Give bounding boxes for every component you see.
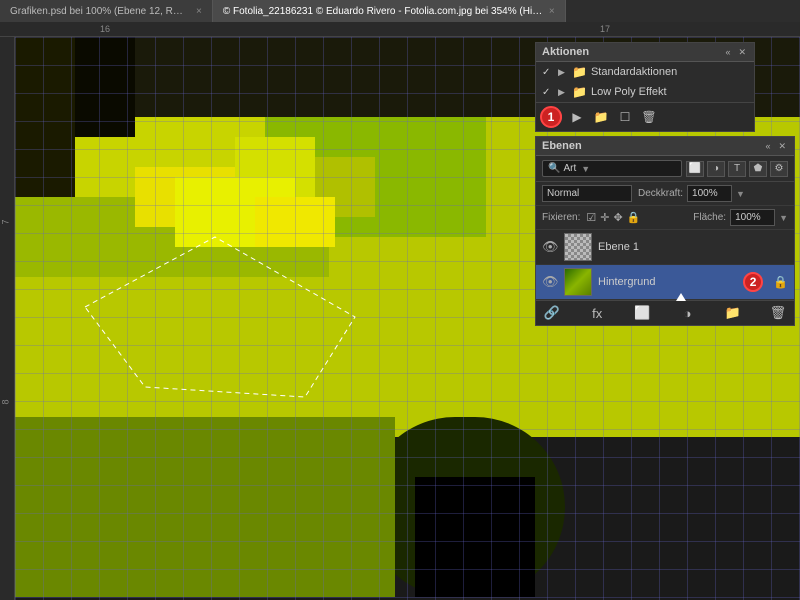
- aktionen-panel: Aktionen « ✕ ✓ ▶ 📁 Standardaktionen ✓ ▶ …: [535, 42, 755, 132]
- layer-thumb-ebene1: [564, 233, 592, 261]
- new-set-button[interactable]: 📁: [592, 109, 610, 125]
- layer-visibility-ebene1[interactable]: 👁: [542, 239, 558, 255]
- aktionen-close-btn[interactable]: ✕: [736, 47, 748, 58]
- add-adjustment-btn[interactable]: ◑: [678, 306, 698, 321]
- layer-thumb-hintergrund: [564, 268, 592, 296]
- panels-container: Aktionen « ✕ ✓ ▶ 📁 Standardaktionen ✓ ▶ …: [535, 42, 795, 326]
- tab-grafiken-label: Grafiken.psd bei 100% (Ebene 12, RGB/8) …: [10, 6, 190, 17]
- annotation-2: 2: [743, 272, 763, 292]
- lock-icons: ☑ ✛ ✥ 🔒: [586, 211, 640, 224]
- layer-item-hintergrund[interactable]: 👁 Hintergrund 2 🔒: [536, 265, 794, 300]
- filter-value: Art: [563, 163, 576, 174]
- delete-layer-btn[interactable]: 🗑: [768, 305, 788, 321]
- canvas-area[interactable]: 7 8 Aktionen: [0, 37, 800, 600]
- action-folder-icon-2: 📁: [572, 85, 587, 99]
- fill-dropdown-icon: ▼: [779, 213, 788, 223]
- ebenen-panel: Ebenen « ✕ 🔍 Art ▼ ⬜ ◑ T ⬟ ⚙: [535, 136, 795, 326]
- tab-grafiken[interactable]: Grafiken.psd bei 100% (Ebene 12, RGB/8) …: [0, 0, 213, 22]
- ruler-mark-8: 8: [1, 399, 11, 404]
- action-row-lowpoly[interactable]: ✓ ▶ 📁 Low Poly Effekt: [536, 82, 754, 102]
- play-button[interactable]: ▶: [568, 109, 586, 125]
- delete-action-button[interactable]: 🗑: [640, 109, 658, 125]
- tab-fotolia-label: © Fotolia_22186231 © Eduardo Rivero - Fo…: [223, 6, 543, 17]
- smart-filter-btn[interactable]: ⚙: [770, 161, 788, 177]
- filter-dropdown-icon: ▼: [581, 164, 590, 174]
- blend-select-wrapper: Normal: [542, 185, 632, 202]
- aktionen-collapse-btn[interactable]: «: [723, 47, 732, 57]
- ebenen-header-controls: « ✕: [763, 141, 788, 152]
- shape-filter-btn[interactable]: ⬟: [749, 161, 767, 177]
- action-expand-2[interactable]: ▶: [558, 87, 568, 98]
- layer-filter-input[interactable]: 🔍 Art ▼: [542, 160, 682, 177]
- fill-row: Fläche: ▼: [693, 209, 788, 226]
- lock-transparent-btn[interactable]: ☑: [586, 211, 596, 224]
- new-group-btn[interactable]: 📁: [723, 305, 743, 321]
- filter-icon-buttons: ⬜ ◑ T ⬟ ⚙: [686, 161, 788, 177]
- aktionen-panel-header[interactable]: Aktionen « ✕: [536, 43, 754, 62]
- tab-bar: Grafiken.psd bei 100% (Ebene 12, RGB/8) …: [0, 0, 800, 22]
- lock-label: Fixieren:: [542, 212, 580, 223]
- lock-all-btn[interactable]: 🔒: [627, 211, 641, 224]
- ruler-mark-16: 16: [100, 24, 110, 34]
- ruler-horizontal: 16 17: [0, 22, 800, 37]
- blend-mode-row: Normal Deckkraft: ▼: [536, 182, 794, 206]
- layer-item-ebene1[interactable]: 👁 Ebene 1: [536, 230, 794, 265]
- opacity-dropdown-icon: ▼: [736, 189, 745, 199]
- record-button[interactable]: [542, 107, 562, 127]
- blend-mode-select[interactable]: Normal: [542, 185, 632, 202]
- link-layers-btn[interactable]: 🔗: [542, 305, 562, 321]
- ruler-mark-7: 7: [1, 219, 11, 224]
- action-label-lowpoly: Low Poly Effekt: [591, 86, 667, 98]
- action-label-standardaktionen: Standardaktionen: [591, 66, 677, 78]
- aktionen-panel-title: Aktionen: [542, 46, 589, 58]
- ebenen-collapse-btn[interactable]: «: [763, 141, 772, 151]
- lock-image-btn[interactable]: ✛: [600, 211, 609, 224]
- tab-fotolia-close[interactable]: ×: [549, 6, 555, 17]
- tab-fotolia[interactable]: © Fotolia_22186231 © Eduardo Rivero - Fo…: [213, 0, 566, 22]
- layer-name-hintergrund: Hintergrund: [598, 276, 737, 288]
- aktionen-toolbar: 1 ▶ 📁 ☐ 🗑: [536, 102, 754, 131]
- layer-fx-btn[interactable]: fx: [587, 306, 607, 321]
- ebenen-close-btn[interactable]: ✕: [776, 141, 788, 152]
- pixel-filter-btn[interactable]: ⬜: [686, 161, 704, 177]
- layer-visibility-hintergrund[interactable]: 👁: [542, 274, 558, 290]
- opacity-label: Deckkraft:: [638, 188, 683, 199]
- add-mask-btn[interactable]: ⬜: [632, 305, 652, 321]
- adjust-filter-btn[interactable]: ◑: [707, 161, 725, 177]
- ebenen-toolbar: 🔗 fx ⬜ ◑ 📁 🗑: [536, 300, 794, 325]
- fill-input[interactable]: [730, 209, 775, 226]
- ebenen-panel-title: Ebenen: [542, 140, 582, 152]
- fill-label: Fläche:: [693, 212, 726, 223]
- action-check-1: ✓: [542, 67, 554, 78]
- ruler-vertical: 7 8: [0, 37, 15, 600]
- opacity-input[interactable]: [687, 185, 732, 202]
- action-expand-1[interactable]: ▶: [558, 67, 568, 78]
- layer-lock-hintergrund: 🔒: [773, 275, 788, 289]
- tab-grafiken-close[interactable]: ×: [196, 6, 202, 17]
- ebenen-panel-header[interactable]: Ebenen « ✕: [536, 137, 794, 156]
- cursor: [676, 293, 686, 301]
- layer-name-ebene1: Ebene 1: [598, 241, 788, 253]
- aktionen-header-controls: « ✕: [723, 47, 748, 58]
- search-icon: 🔍: [548, 163, 560, 174]
- new-action-button[interactable]: ☐: [616, 109, 634, 125]
- lock-row: Fixieren: ☑ ✛ ✥ 🔒 Fläche: ▼: [536, 206, 794, 230]
- action-folder-icon-1: 📁: [572, 65, 587, 79]
- lock-position-btn[interactable]: ✥: [613, 211, 622, 224]
- action-row-standardaktionen[interactable]: ✓ ▶ 📁 Standardaktionen: [536, 62, 754, 82]
- type-filter-btn[interactable]: T: [728, 161, 746, 177]
- ruler-mark-17: 17: [600, 24, 610, 34]
- opacity-row: Deckkraft: ▼: [638, 185, 788, 202]
- ebenen-filter-row: 🔍 Art ▼ ⬜ ◑ T ⬟ ⚙: [536, 156, 794, 182]
- action-check-2: ✓: [542, 87, 554, 98]
